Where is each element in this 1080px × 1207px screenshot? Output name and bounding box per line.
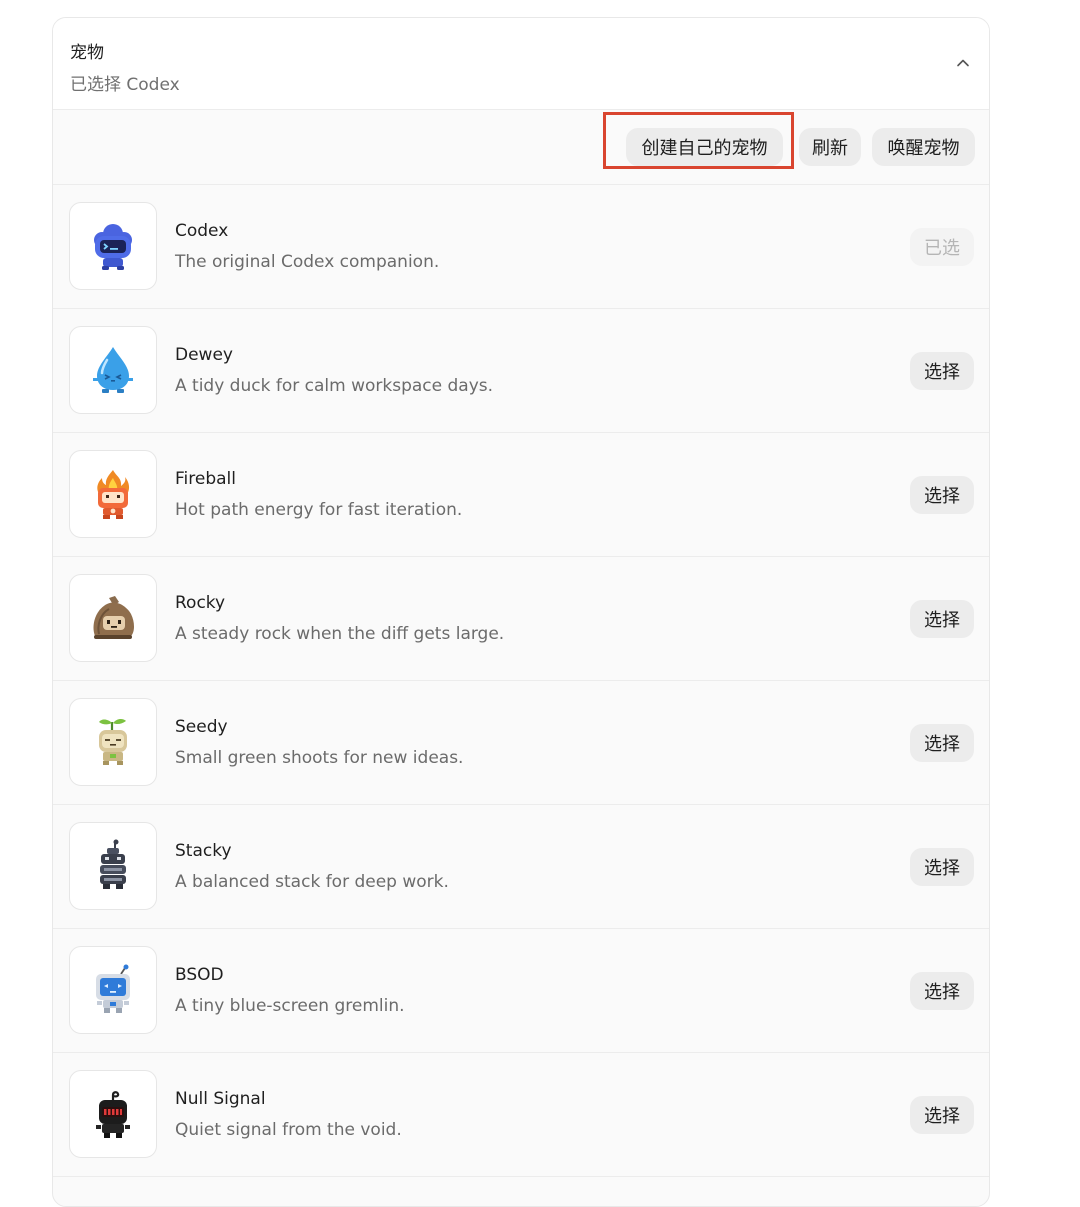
select-button[interactable]: 选择 [910, 600, 974, 638]
pet-row-fireball: Fireball Hot path energy for fast iterat… [53, 433, 989, 557]
pet-name: BSOD [175, 965, 224, 985]
pet-avatar [69, 698, 157, 786]
select-button[interactable]: 选择 [910, 352, 974, 390]
pet-row-dewey: Dewey A tidy duck for calm workspace day… [53, 309, 989, 433]
pets-section-header[interactable]: 宠物 已选择 Codex [53, 18, 989, 110]
pet-name: Fireball [175, 469, 236, 489]
bsod-monitor-robot-icon [96, 964, 130, 1013]
pet-row-codex: Codex The original Codex companion. 已选 [53, 185, 989, 309]
pet-description: Small green shoots for new ideas. [175, 748, 464, 768]
pets-panel: 宠物 已选择 Codex 创建自己的宠物 刷新 唤醒宠物 Codex The o… [52, 17, 990, 1207]
pet-description: A steady rock when the diff gets large. [175, 624, 505, 644]
seedy-sprout-icon [99, 718, 127, 765]
select-button[interactable]: 选择 [910, 724, 974, 762]
codex-robot-icon [94, 224, 132, 270]
chevron-up-icon [957, 59, 969, 67]
dewey-water-drop-icon [93, 347, 133, 393]
refresh-button[interactable]: 刷新 [799, 128, 861, 166]
wake-pet-button[interactable]: 唤醒宠物 [872, 128, 975, 166]
pet-name: Rocky [175, 593, 226, 613]
pet-avatar [69, 822, 157, 910]
select-button[interactable]: 选择 [910, 848, 974, 886]
collapse-button[interactable] [951, 51, 975, 75]
select-button[interactable]: 选择 [910, 972, 974, 1010]
pet-description: A tidy duck for calm workspace days. [175, 376, 494, 396]
rocky-rock-icon [93, 596, 134, 639]
pet-avatar [69, 574, 157, 662]
pet-name: Null Signal [175, 1089, 266, 1109]
pet-row-rocky: Rocky A steady rock when the diff gets l… [53, 557, 989, 681]
fireball-flame-icon [97, 470, 130, 519]
pet-avatar [69, 326, 157, 414]
selected-status-button: 已选 [910, 228, 974, 266]
pet-description: Hot path energy for fast iteration. [175, 500, 463, 520]
pet-row-seedy: Seedy Small green shoots for new ideas. … [53, 681, 989, 805]
pet-row-stacky: Stacky A balanced stack for deep work. 选… [53, 805, 989, 929]
section-title: 宠物 [70, 43, 104, 63]
select-button[interactable]: 选择 [910, 1096, 974, 1134]
pet-avatar [69, 1070, 157, 1158]
selected-pet-summary: 已选择 Codex [70, 75, 180, 95]
pet-description: The original Codex companion. [175, 252, 440, 272]
pet-description: A balanced stack for deep work. [175, 872, 449, 892]
pet-avatar [69, 450, 157, 538]
pet-avatar [69, 202, 157, 290]
pet-name: Stacky [175, 841, 232, 861]
select-button[interactable]: 选择 [910, 476, 974, 514]
pet-name: Seedy [175, 717, 228, 737]
stacky-stack-icon [100, 839, 126, 889]
pet-row-null-signal: Null Signal Quiet signal from the void. … [53, 1053, 989, 1177]
null-signal-icon [96, 1091, 130, 1138]
create-own-pet-button[interactable]: 创建自己的宠物 [626, 128, 783, 166]
pet-name: Codex [175, 221, 229, 241]
pet-description: Quiet signal from the void. [175, 1120, 402, 1140]
pet-avatar [69, 946, 157, 1034]
pets-toolbar: 创建自己的宠物 刷新 唤醒宠物 [53, 110, 989, 185]
pet-description: A tiny blue-screen gremlin. [175, 996, 405, 1016]
pet-name: Dewey [175, 345, 233, 365]
pet-row-bsod: BSOD A tiny blue-screen gremlin. 选择 [53, 929, 989, 1053]
